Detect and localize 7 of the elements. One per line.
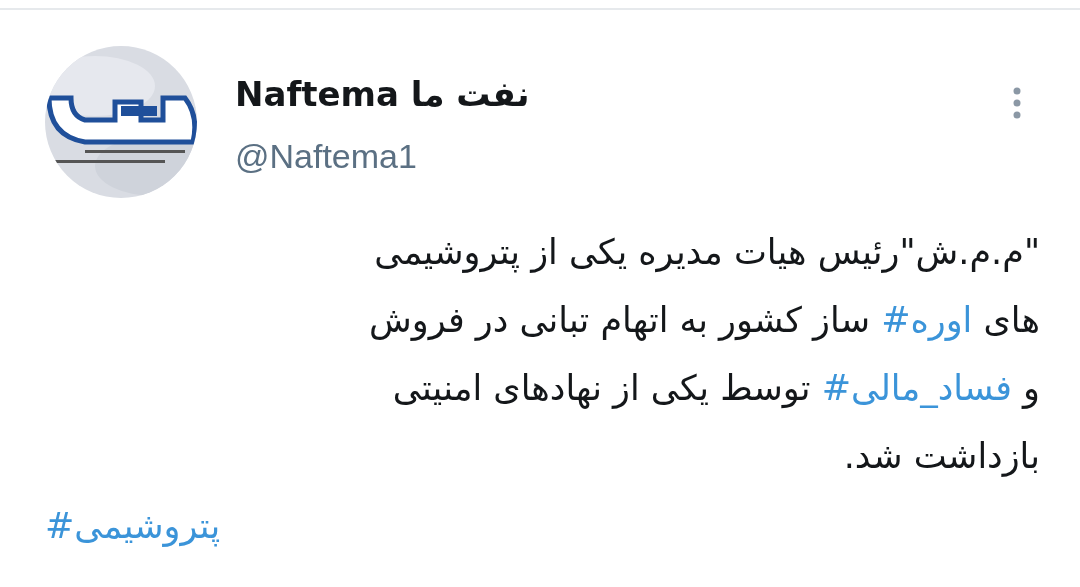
hashtag-link[interactable]: #فساد_مالی xyxy=(821,368,1012,408)
hashtag-link[interactable]: #اوره xyxy=(881,300,973,340)
author-handle[interactable]: @Naftema1 xyxy=(235,136,417,176)
hashtag-link[interactable]: #پتروشیمی xyxy=(45,506,221,546)
more-icon[interactable] xyxy=(1012,86,1022,120)
author-name[interactable]: Naftema نفت ما xyxy=(235,74,530,114)
tweet-text: "م.م.ش"رئیس هیات مدیره یکی از پتروشیمی های #اوره ساز کشور به اتهام تبانی در فروش و #فساد_مالی توسط یکی از نهادهای امنیتی بازداشت شد. xyxy=(368,231,1040,479)
